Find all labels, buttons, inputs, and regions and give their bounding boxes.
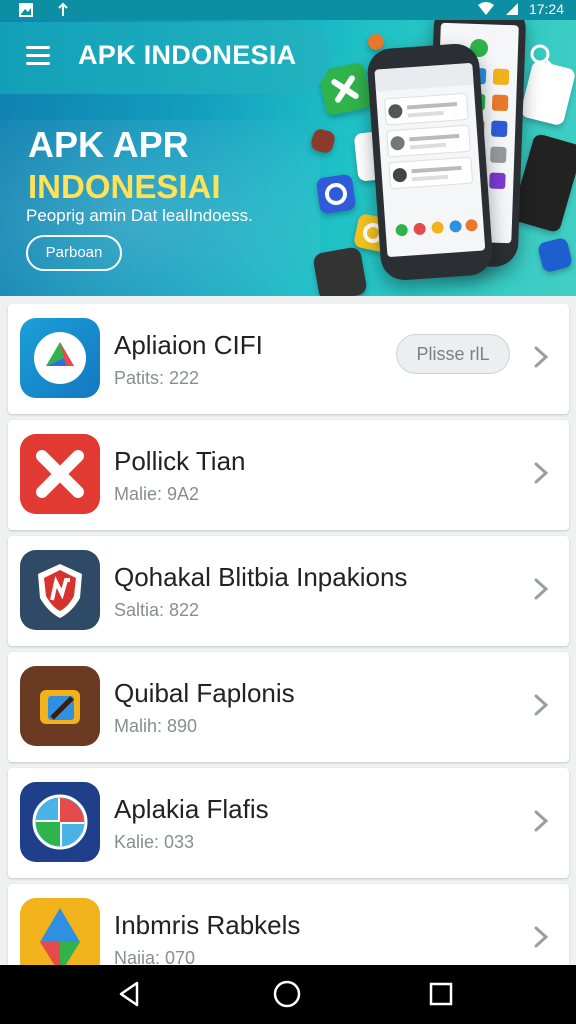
hero-subtitle: INDONESIAI xyxy=(28,168,221,205)
status-bar: 17:24 xyxy=(0,0,576,20)
navigation-bar xyxy=(0,965,576,1024)
hero-title: APK APR xyxy=(28,124,189,165)
app-meta: Malih: 890 xyxy=(114,716,198,736)
status-right-icons: 17:24 xyxy=(477,1,564,17)
gallery-icon xyxy=(19,3,33,17)
status-time: 17:24 xyxy=(528,1,564,17)
chevron-right-icon[interactable] xyxy=(530,806,552,836)
app-icon-drive xyxy=(20,318,100,398)
chevron-right-icon[interactable] xyxy=(530,690,552,720)
list-item[interactable]: Qohakal Blitbia Inpakions Saltia: 822 xyxy=(8,536,569,646)
app-icon-editor xyxy=(20,666,100,746)
app-icon-compass xyxy=(20,782,100,862)
app-title: APK INDONESIA xyxy=(78,40,297,70)
orange-app-tile xyxy=(366,32,386,52)
app-bar: APK INDONESIA xyxy=(0,22,330,94)
signal-icon xyxy=(505,3,518,15)
search-icon[interactable] xyxy=(528,42,558,72)
list-item[interactable]: Aplakia Flafis Kalie: 033 xyxy=(8,768,569,878)
list-item[interactable]: Quibal Faplonis Malih: 890 xyxy=(8,652,569,762)
app-name: Quibal Faplonis xyxy=(114,678,295,708)
home-icon[interactable] xyxy=(272,979,302,1009)
app-name: Inbmris Rabkels xyxy=(114,910,301,940)
status-left-icons xyxy=(18,2,70,18)
blue-small-tile xyxy=(536,236,574,274)
menu-icon[interactable] xyxy=(26,46,50,66)
app-meta: Kalie: 033 xyxy=(114,832,195,852)
list-item[interactable]: Apliaion CIFI Patits: 222 Plisse rlL xyxy=(8,304,569,414)
blue-app-tile xyxy=(315,173,357,215)
chevron-right-icon[interactable] xyxy=(530,922,552,952)
back-icon[interactable] xyxy=(115,979,145,1009)
list-item[interactable]: Pollick Tian Malie: 9A2 xyxy=(8,420,569,530)
phone-front-screen xyxy=(374,62,486,258)
app-meta: Malie: 9A2 xyxy=(114,484,200,504)
app-name: Pollick Tian xyxy=(114,446,246,476)
app-name: Aplakia Flafis xyxy=(114,794,269,824)
app-meta: Saltia: 822 xyxy=(114,600,200,620)
app-name: Qohakal Blitbia Inpakions xyxy=(114,562,408,592)
upload-icon xyxy=(58,2,68,16)
chevron-right-icon[interactable] xyxy=(530,574,552,604)
app-icon-x xyxy=(20,434,100,514)
wifi-icon xyxy=(477,2,494,15)
action-pill-button[interactable]: Plisse rlL xyxy=(396,334,510,374)
app-icon-shield xyxy=(20,550,100,630)
chevron-right-icon[interactable] xyxy=(530,458,552,488)
hero-button[interactable]: Parboan xyxy=(26,235,122,271)
hero-tagline: Peoprig amin Dat lealIndoess. xyxy=(26,206,253,225)
recents-icon[interactable] xyxy=(426,979,456,1009)
app-name: Apliaion CIFI xyxy=(114,330,263,360)
app-meta: Patits: 222 xyxy=(114,368,200,388)
chevron-right-icon[interactable] xyxy=(530,342,552,372)
phone-front-illustration xyxy=(366,42,494,282)
small-phone-tile xyxy=(312,246,368,296)
